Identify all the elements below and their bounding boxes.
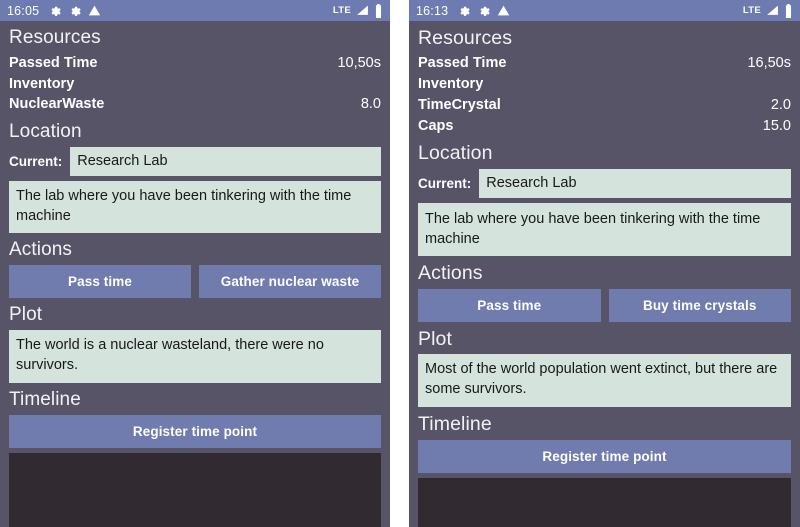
resource-label: Inventory (9, 75, 75, 92)
resources-heading: Resources (9, 27, 101, 48)
register-time-point-button[interactable]: Register time point (418, 439, 791, 473)
status-bar: 16:13 LTE (409, 0, 800, 21)
resource-row: Inventory (9, 74, 381, 95)
gear-icon (457, 4, 470, 17)
timeline-heading: Timeline (418, 413, 492, 436)
plot-text: Most of the world population went extinc… (418, 353, 791, 408)
pass-time-button[interactable]: Pass time (9, 265, 191, 299)
resource-row: TimeCrystal 2.0 (418, 95, 791, 116)
actions-heading: Actions (9, 239, 73, 261)
signal-bars-icon (356, 4, 369, 17)
resource-value: 2.0 (770, 96, 791, 113)
resource-label: TimeCrystal (418, 96, 501, 113)
phone-screenshot-right: 16:13 LTE Resources Passed Time 16,50s I… (409, 0, 800, 527)
resource-value: 10,50s (337, 54, 381, 71)
app-content: Resources Passed Time 10,50s Inventory N… (0, 21, 390, 527)
app-content: Resources Passed Time 16,50s Inventory T… (409, 21, 800, 527)
current-location-input[interactable] (479, 168, 791, 199)
resource-label: Passed Time (9, 54, 98, 71)
resource-label: Caps (418, 117, 454, 134)
location-heading: Location (9, 121, 82, 143)
status-bar-notification-icons (48, 4, 101, 17)
gear-icon (477, 4, 490, 17)
resource-label: Inventory (418, 76, 484, 93)
status-bar-system-icons: LTE (332, 3, 383, 18)
status-bar-notification-icons (457, 4, 510, 17)
plot-text: The world is a nuclear wasteland, there … (9, 330, 381, 384)
register-time-point-button[interactable]: Register time point (9, 415, 381, 449)
plot-heading: Plot (418, 327, 453, 350)
timeline-heading: Timeline (9, 389, 81, 411)
network-type-label: LTE (332, 5, 351, 16)
warning-triangle-icon (497, 4, 510, 17)
panel-separator (390, 0, 409, 527)
resource-value: 15.0 (762, 117, 791, 134)
buy-time-crystals-button[interactable]: Buy time crystals (608, 288, 791, 322)
status-bar-clock: 16:13 (416, 3, 449, 18)
resource-value: 16,50s (747, 55, 791, 72)
status-bar-system-icons: LTE (742, 3, 793, 18)
plot-heading: Plot (9, 304, 43, 326)
battery-full-icon (374, 3, 383, 18)
resource-row: Passed Time 16,50s (418, 53, 791, 74)
pass-time-button[interactable]: Pass time (418, 288, 601, 322)
current-location-label: Current: (418, 175, 472, 191)
actions-button-row: Pass time Gather nuclear waste (9, 265, 381, 299)
current-location-label: Current: (9, 154, 63, 170)
resource-row: Caps 15.0 (418, 116, 791, 137)
resource-value: 8.0 (360, 96, 381, 113)
resource-row: NuclearWaste 8.0 (9, 94, 381, 115)
status-bar-clock: 16:05 (7, 3, 40, 18)
resource-label: NuclearWaste (9, 96, 105, 113)
gather-nuclear-waste-button[interactable]: Gather nuclear waste (199, 265, 381, 299)
resource-label: Passed Time (418, 55, 507, 72)
timeline-canvas[interactable] (9, 453, 381, 527)
warning-triangle-icon (88, 4, 101, 17)
resources-heading: Resources (418, 27, 513, 49)
current-location-row: Current: (9, 146, 381, 177)
location-heading: Location (418, 142, 493, 165)
signal-bars-icon (766, 4, 779, 17)
battery-full-icon (784, 3, 793, 18)
actions-heading: Actions (418, 262, 483, 285)
gear-icon (68, 4, 81, 17)
resource-row: Passed Time 10,50s (9, 53, 381, 74)
resource-row: Inventory (418, 74, 791, 95)
current-location-input[interactable] (70, 146, 381, 177)
actions-button-row: Pass time Buy time crystals (418, 288, 791, 322)
timeline-canvas[interactable] (418, 477, 791, 527)
network-type-label: LTE (742, 5, 761, 16)
phone-screenshot-left: 16:05 LTE Resources Passed Time 10,50s I… (0, 0, 390, 527)
location-description: The lab where you have been tinkering wi… (418, 203, 791, 257)
location-description: The lab where you have been tinkering wi… (9, 181, 381, 234)
current-location-row: Current: (418, 168, 791, 199)
gear-icon (48, 4, 61, 17)
status-bar: 16:05 LTE (0, 0, 390, 21)
